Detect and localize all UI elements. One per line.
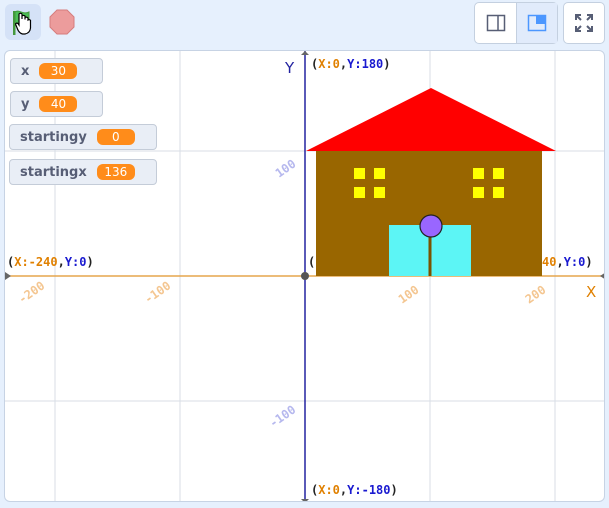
fullscreen-button[interactable] bbox=[563, 2, 605, 44]
x-tick-label: 100 bbox=[396, 283, 422, 307]
green-flag-button[interactable] bbox=[5, 4, 41, 40]
right-coordinate-label: 40,Y:0) bbox=[542, 255, 593, 269]
small-stage-button[interactable] bbox=[475, 3, 516, 43]
monitor-y[interactable]: y 40 bbox=[10, 91, 103, 117]
y-axis-letter: Y bbox=[284, 59, 295, 77]
monitor-label: y bbox=[21, 96, 30, 112]
monitor-value: 136 bbox=[96, 164, 135, 180]
stage[interactable]: -200 -100 100 200 100 -100 Y X (X:0,Y:18… bbox=[4, 50, 605, 502]
fullscreen-icon bbox=[575, 14, 593, 32]
x-axis-letter: X bbox=[586, 283, 596, 301]
small-stage-icon bbox=[486, 14, 505, 32]
monitor-value: 30 bbox=[39, 63, 78, 79]
monitor-label: startingx bbox=[20, 164, 87, 180]
y-tick-label: -100 bbox=[267, 402, 299, 430]
stop-icon bbox=[49, 9, 75, 35]
normal-stage-button[interactable] bbox=[516, 3, 557, 43]
green-flag-icon bbox=[13, 10, 32, 35]
monitor-startingy[interactable]: startingy 0 bbox=[9, 124, 157, 150]
normal-stage-icon bbox=[527, 14, 547, 32]
monitor-label: startingy bbox=[20, 129, 87, 145]
x-tick-label: 200 bbox=[523, 283, 549, 307]
x-tick-label: -200 bbox=[16, 278, 48, 306]
left-coordinate-label: (X:-240,Y:0) bbox=[7, 255, 94, 269]
monitor-label: x bbox=[21, 63, 30, 79]
door-knob bbox=[419, 214, 443, 238]
xy-grid-backdrop: -200 -100 100 200 100 -100 Y X (X:0,Y:18… bbox=[5, 51, 604, 501]
origin-coordinate-label: ( bbox=[308, 255, 315, 269]
origin-dot bbox=[301, 272, 309, 280]
house-roof bbox=[306, 88, 556, 151]
stage-toolbar bbox=[0, 0, 609, 46]
monitor-startingx[interactable]: startingx 136 bbox=[9, 159, 157, 185]
house-sprite[interactable] bbox=[306, 88, 556, 276]
monitor-value: 40 bbox=[39, 96, 78, 112]
bottom-coordinate-label: (X:0,Y:-180) bbox=[311, 483, 398, 497]
stage-size-toggle bbox=[474, 2, 558, 44]
x-tick-label: -100 bbox=[142, 278, 174, 306]
stop-button[interactable] bbox=[48, 8, 76, 36]
top-coordinate-label: (X:0,Y:180) bbox=[311, 57, 391, 71]
monitor-value: 0 bbox=[96, 129, 135, 145]
y-tick-label: 100 bbox=[273, 157, 299, 181]
monitor-x[interactable]: x 30 bbox=[10, 58, 103, 84]
